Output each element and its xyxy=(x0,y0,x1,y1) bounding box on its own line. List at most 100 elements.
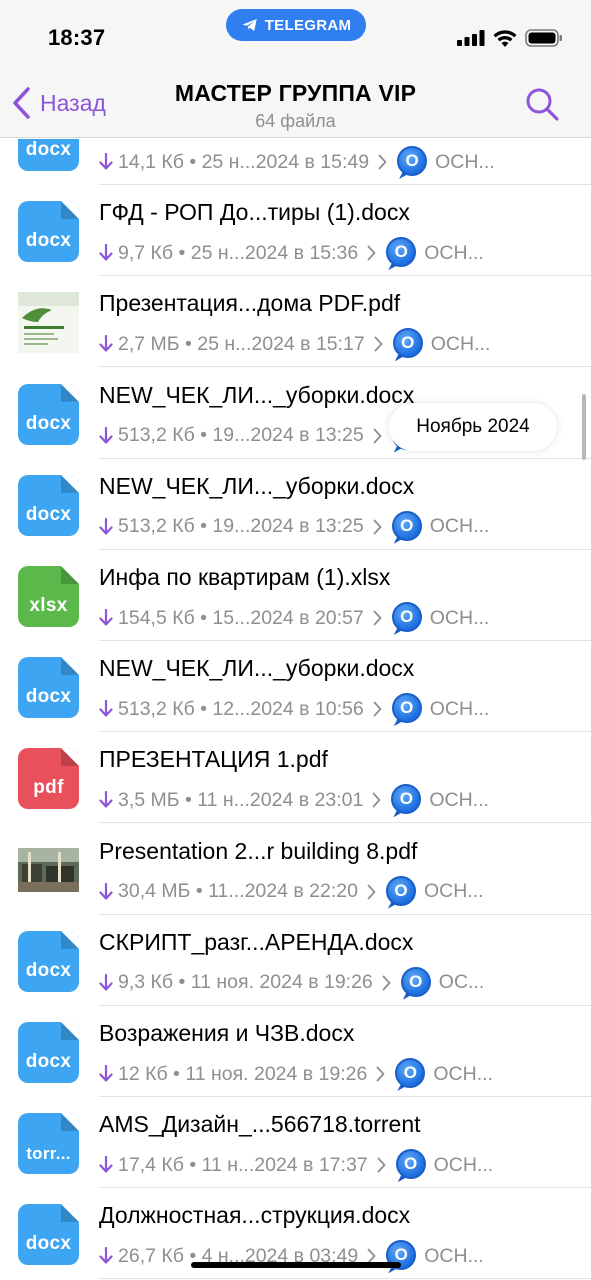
file-row[interactable]: torr... AMS_Дизайн_...566718.torrent 17,… xyxy=(0,1097,591,1189)
meta-dot-separator: • xyxy=(173,241,191,264)
download-arrow-icon[interactable] xyxy=(99,1156,113,1174)
channel-name[interactable]: ОСН... xyxy=(433,1063,493,1086)
docx-file-icon: docx xyxy=(18,474,79,536)
download-arrow-icon[interactable] xyxy=(99,609,113,627)
download-arrow-icon[interactable] xyxy=(99,517,113,536)
file-meta: 513,2 Кб • 19...2024 в 13:25 О ОСН... xyxy=(99,510,490,544)
chevron-right-icon xyxy=(373,519,382,535)
file-date: 19...2024 в 13:25 xyxy=(212,515,364,538)
channel-avatar-icon[interactable]: О xyxy=(400,966,433,1000)
channel-avatar-icon[interactable]: О xyxy=(397,146,429,179)
file-size: 513,2 Кб xyxy=(118,424,195,447)
chevron-right-icon xyxy=(376,1066,385,1082)
channel-avatar-icon[interactable]: О xyxy=(395,1149,428,1183)
telegram-pill[interactable]: TELEGRAM xyxy=(226,9,366,41)
date-section-pill: Ноябрь 2024 xyxy=(389,403,557,451)
status-time: 18:37 xyxy=(48,25,106,50)
channel-name[interactable]: ОС... xyxy=(439,971,485,994)
file-row[interactable]: docx NEW_ЧЕК_ЛИ..._уборки.docx 513,2 Кб … xyxy=(0,641,591,733)
meta-dot-separator: • xyxy=(190,880,209,903)
channel-name[interactable]: ОСН... xyxy=(430,607,490,630)
file-size: 154,5 Кб xyxy=(118,606,195,629)
channel-name[interactable]: ОСН... xyxy=(424,242,484,265)
file-row[interactable]: Презентация...дома PDF.pdf 2,7 МБ • 25 н… xyxy=(0,276,591,368)
file-date: 15...2024 в 20:57 xyxy=(212,606,364,629)
file-row[interactable]: docx ГФД - РОП До...тиры (1).docx 9,7 Кб… xyxy=(0,185,591,277)
file-row[interactable]: docx Возражения и ЧЗВ.docx 12 Кб • 11 но… xyxy=(0,1006,591,1097)
status-bar: 18:37 TELEGRAM xyxy=(0,0,591,70)
meta-dot-separator: • xyxy=(173,971,191,994)
file-name: AMS_Дизайн_...566718.torrent xyxy=(99,1111,421,1138)
scroll-indicator[interactable] xyxy=(582,394,586,460)
file-meta: 2,7 МБ • 25 н...2024 в 15:17 О ОСН... xyxy=(99,328,491,362)
meta-dot-separator: • xyxy=(179,332,198,355)
pdf-file-icon: pdf xyxy=(18,748,79,810)
file-name: ПРЕЗЕНТАЦИЯ 1.pdf xyxy=(99,746,328,773)
channel-avatar-icon[interactable]: О xyxy=(386,237,418,271)
channel-avatar-icon[interactable]: О xyxy=(391,784,423,818)
file-row[interactable]: docx NEW_ЧЕК_ЛИ..._уборки.docx 513,2 Кб … xyxy=(0,459,591,550)
file-extension-label: docx xyxy=(25,686,72,708)
meta-dot-separator: • xyxy=(194,515,213,538)
file-size: 30,4 МБ xyxy=(118,880,191,903)
meta-dot-separator: • xyxy=(194,697,213,720)
channel-name[interactable]: ОСН... xyxy=(430,698,490,721)
file-row[interactable]: docx Меня зовут Ольга.docx 14,1 Кб • 25 … xyxy=(0,139,591,185)
file-date: 19...2024 в 13:25 xyxy=(212,424,364,447)
channel-avatar-icon[interactable]: О xyxy=(391,602,424,635)
channel-name[interactable]: ОСН... xyxy=(424,880,484,903)
file-extension-label: docx xyxy=(25,230,72,252)
presentation-thumbnail-image xyxy=(18,292,79,354)
file-size: 9,7 Кб xyxy=(118,241,174,264)
channel-name[interactable]: ОСН... xyxy=(434,1154,494,1177)
channel-name[interactable]: ОСН... xyxy=(424,1245,484,1268)
meta-dot-separator: • xyxy=(194,606,213,629)
chevron-right-icon xyxy=(373,701,382,717)
download-arrow-icon[interactable] xyxy=(99,882,113,901)
file-date: 11 н...2024 в 17:37 xyxy=(201,1153,368,1176)
docx-file-icon: docx xyxy=(18,383,79,445)
channel-avatar-icon[interactable]: О xyxy=(392,328,425,362)
channel-avatar-icon[interactable]: О xyxy=(391,510,424,544)
download-arrow-icon[interactable] xyxy=(99,426,113,445)
file-row[interactable]: xlsx Инфа по квартирам (1).xlsx 154,5 Кб… xyxy=(0,550,591,641)
file-list[interactable]: docx Меня зовут Ольга.docx 14,1 Кб • 25 … xyxy=(0,139,591,1280)
presentation-thumbnail-image xyxy=(18,847,79,892)
battery-icon xyxy=(525,29,562,47)
download-arrow-icon[interactable] xyxy=(99,1247,113,1265)
channel-avatar-icon[interactable]: О xyxy=(385,875,418,909)
file-date: 25 н...2024 в 15:17 xyxy=(197,332,365,355)
search-icon[interactable] xyxy=(524,86,560,122)
download-arrow-icon[interactable] xyxy=(99,791,113,809)
download-arrow-icon[interactable] xyxy=(99,700,113,718)
download-arrow-icon[interactable] xyxy=(99,244,113,262)
file-row[interactable]: docx СКРИПТ_разг...АРЕНДА.docx 9,3 Кб • … xyxy=(0,915,591,1006)
download-arrow-icon[interactable] xyxy=(99,153,113,171)
chevron-right-icon xyxy=(372,792,381,808)
file-name: Должностная...струкция.docx xyxy=(99,1202,411,1229)
meta-dot-separator: • xyxy=(167,1062,186,1085)
chevron-right-icon xyxy=(373,428,382,443)
channel-avatar-icon[interactable]: О xyxy=(395,1058,427,1091)
channel-name[interactable]: ОСН... xyxy=(429,789,489,812)
file-meta: 30,4 МБ • 11...2024 в 22:20 О ОСН... xyxy=(99,875,484,909)
file-name: Инфа по квартирам (1).xlsx xyxy=(99,564,391,590)
file-row[interactable]: Presentation 2...r building 8.pdf 30,4 М… xyxy=(0,824,591,915)
file-extension-label: docx xyxy=(25,959,72,981)
file-date: 25 н...2024 в 15:36 xyxy=(190,241,359,264)
file-date: 11 н...2024 в 23:01 xyxy=(197,788,364,811)
file-date: 12...2024 в 10:56 xyxy=(212,697,364,720)
download-arrow-icon[interactable] xyxy=(99,335,113,353)
file-row[interactable]: pdf ПРЕЗЕНТАЦИЯ 1.pdf 3,5 МБ • 11 н...20… xyxy=(0,732,591,824)
download-arrow-icon[interactable] xyxy=(99,1065,113,1083)
file-name: Возражения и ЧЗВ.docx xyxy=(99,1020,355,1046)
channel-name[interactable]: ОСН... xyxy=(431,333,491,356)
channel-avatar-icon[interactable]: О xyxy=(391,693,424,727)
file-meta: 17,4 Кб • 11 н...2024 в 17:37 О ОСН... xyxy=(99,1149,494,1183)
file-meta: 12 Кб • 11 ноя. 2024 в 19:26 О ОСН... xyxy=(99,1058,493,1091)
channel-name[interactable]: ОСН... xyxy=(435,151,495,174)
download-arrow-icon[interactable] xyxy=(99,973,113,992)
file-extension-label: xlsx xyxy=(29,595,68,616)
channel-name[interactable]: ОСН... xyxy=(430,515,490,538)
file-name: Презентация...дома PDF.pdf xyxy=(99,290,401,317)
